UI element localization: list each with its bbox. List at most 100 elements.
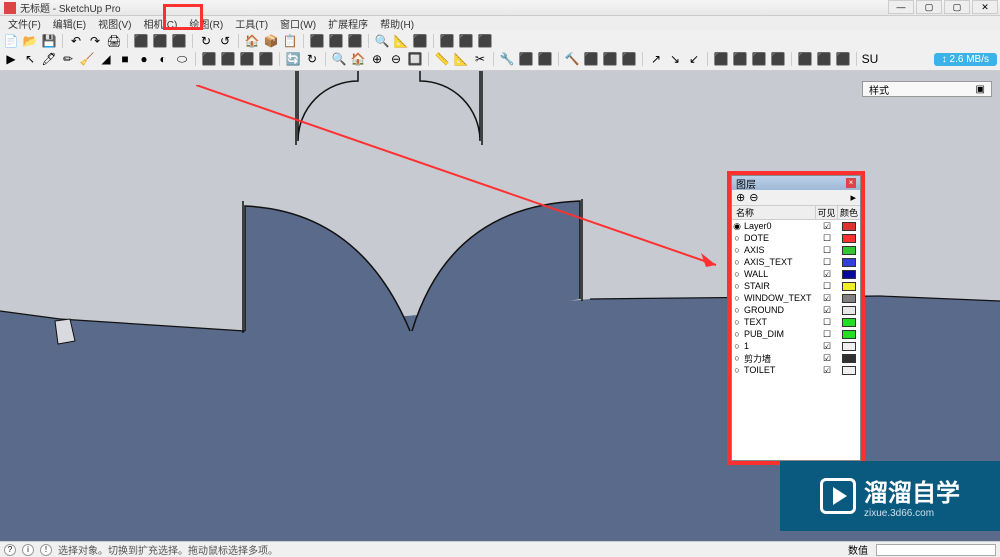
menu-help[interactable]: 帮助(H): [374, 16, 420, 30]
layer-row[interactable]: ○WALL☑: [732, 268, 860, 280]
toolbar-button[interactable]: ⬛: [171, 33, 187, 49]
toolbar-button[interactable]: ◐: [155, 51, 171, 67]
layer-row[interactable]: ○剪力墙☑: [732, 352, 860, 364]
menu-edit[interactable]: 编辑(E): [47, 16, 92, 30]
layer-row[interactable]: ○GROUND☑: [732, 304, 860, 316]
toolbar-button[interactable]: ⬛: [537, 51, 553, 67]
layers-panel[interactable]: 图层 × ⊕ ⊖ ▸ 名称 可见 颜色 ◉Layer0☑○DOTE☐○AXIS☐…: [731, 175, 861, 461]
menu-view[interactable]: 视图(V): [92, 16, 137, 30]
layer-color-swatch[interactable]: [842, 234, 856, 243]
layer-row[interactable]: ○AXIS_TEXT☐: [732, 256, 860, 268]
toolbar-button[interactable]: 📄: [3, 33, 19, 49]
layer-visible-checkbox[interactable]: ☑: [816, 365, 838, 376]
layer-radio[interactable]: ○: [732, 317, 742, 327]
menu-extensions[interactable]: 扩展程序: [322, 16, 374, 30]
toolbar-button[interactable]: ↻: [304, 51, 320, 67]
layer-visible-checkbox[interactable]: ☑: [816, 305, 838, 316]
layer-visible-checkbox[interactable]: ☐: [816, 257, 838, 268]
close-button[interactable]: ✕: [972, 0, 998, 14]
toolbar-button[interactable]: SU: [862, 51, 878, 67]
toolbar-button[interactable]: ⬛: [835, 51, 851, 67]
layer-row[interactable]: ○PUB_DIM☐: [732, 328, 860, 340]
speed-badge[interactable]: ↕ 2.6 MB/s: [934, 53, 997, 66]
panel-titlebar[interactable]: 图层 ×: [732, 176, 860, 190]
info-icon[interactable]: i: [22, 544, 34, 556]
toolbar-button[interactable]: ◢: [98, 51, 114, 67]
toolbar-button[interactable]: ⬛: [816, 51, 832, 67]
layer-color-swatch[interactable]: [842, 258, 856, 267]
layer-radio[interactable]: ○: [732, 329, 742, 339]
layer-row[interactable]: ○AXIS☐: [732, 244, 860, 256]
toolbar-button[interactable]: ⬛: [133, 33, 149, 49]
layer-radio[interactable]: ○: [732, 365, 742, 375]
layer-color-swatch[interactable]: [842, 366, 856, 375]
toolbar-button[interactable]: ⊖: [388, 51, 404, 67]
layer-visible-checkbox[interactable]: ☐: [816, 245, 838, 256]
layer-radio[interactable]: ○: [732, 245, 742, 255]
restore-button[interactable]: ▢: [916, 0, 942, 14]
help-icon[interactable]: ?: [4, 544, 16, 556]
toolbar-button[interactable]: ⬛: [621, 51, 637, 67]
layer-visible-checkbox[interactable]: ☑: [816, 341, 838, 352]
toolbar-button[interactable]: 🏠: [350, 51, 366, 67]
value-input[interactable]: [876, 544, 996, 556]
toolbar-button[interactable]: ⊕: [369, 51, 385, 67]
layer-radio[interactable]: ○: [732, 281, 742, 291]
col-name[interactable]: 名称: [732, 206, 816, 219]
layer-color-swatch[interactable]: [842, 282, 856, 291]
toolbar-button[interactable]: ⬛: [770, 51, 786, 67]
toolbar-button[interactable]: ●: [136, 51, 152, 67]
toolbar-button[interactable]: 📋: [282, 33, 298, 49]
toolbar-button[interactable]: 🔍: [374, 33, 390, 49]
toolbar-button[interactable]: 🏠: [244, 33, 260, 49]
layer-row[interactable]: ○TEXT☐: [732, 316, 860, 328]
toolbar-button[interactable]: ⬛: [220, 51, 236, 67]
toolbar-button[interactable]: 🔨: [564, 51, 580, 67]
toolbar-button[interactable]: ✏: [60, 51, 76, 67]
minimize-button[interactable]: —: [888, 0, 914, 14]
toolbar-button[interactable]: 📦: [263, 33, 279, 49]
toolbar-button[interactable]: ↻: [198, 33, 214, 49]
layer-row[interactable]: ○TOILET☑: [732, 364, 860, 376]
toolbar-button[interactable]: ↷: [87, 33, 103, 49]
layer-row[interactable]: ○STAIR☐: [732, 280, 860, 292]
layer-color-swatch[interactable]: [842, 318, 856, 327]
maximize-button[interactable]: ▢: [944, 0, 970, 14]
layer-visible-checkbox[interactable]: ☐: [816, 233, 838, 244]
col-visible[interactable]: 可见: [816, 206, 838, 219]
toolbar-button[interactable]: ↙: [686, 51, 702, 67]
styles-badge[interactable]: 样式 ▣: [862, 81, 992, 97]
toolbar-button[interactable]: 🔲: [407, 51, 423, 67]
toolbar-button[interactable]: 🖊: [41, 51, 57, 67]
layer-radio[interactable]: ○: [732, 233, 742, 243]
toolbar-button[interactable]: ⬛: [439, 33, 455, 49]
toolbar-button[interactable]: 🔧: [499, 51, 515, 67]
toolbar-button[interactable]: ⬛: [602, 51, 618, 67]
layer-color-swatch[interactable]: [842, 246, 856, 255]
layer-radio[interactable]: ○: [732, 353, 742, 363]
layer-color-swatch[interactable]: [842, 330, 856, 339]
toolbar-button[interactable]: ⬭: [174, 51, 190, 67]
menu-window[interactable]: 窗口(W): [274, 16, 322, 30]
layer-radio[interactable]: ○: [732, 341, 742, 351]
layer-color-swatch[interactable]: [842, 222, 856, 231]
toolbar-button[interactable]: ⬛: [239, 51, 255, 67]
panel-close-button[interactable]: ×: [846, 178, 856, 188]
layer-color-swatch[interactable]: [842, 306, 856, 315]
layer-visible-checkbox[interactable]: ☑: [816, 353, 838, 364]
toolbar-button[interactable]: 🔄: [285, 51, 301, 67]
toolbar-button[interactable]: 📐: [393, 33, 409, 49]
toolbar-button[interactable]: ⬛: [797, 51, 813, 67]
layer-row[interactable]: ○1☑: [732, 340, 860, 352]
toolbar-button[interactable]: ⬛: [732, 51, 748, 67]
panel-menu-icon[interactable]: ▸: [850, 191, 856, 204]
toolbar-button[interactable]: ⬛: [328, 33, 344, 49]
layer-visible-checkbox[interactable]: ☐: [816, 281, 838, 292]
layer-visible-checkbox[interactable]: ☑: [816, 293, 838, 304]
toolbar-button[interactable]: ↖: [22, 51, 38, 67]
toolbar-button[interactable]: 🖨: [106, 33, 122, 49]
layer-color-swatch[interactable]: [842, 342, 856, 351]
layer-visible-checkbox[interactable]: ☑: [816, 269, 838, 280]
layer-radio[interactable]: ○: [732, 293, 742, 303]
layer-visible-checkbox[interactable]: ☐: [816, 329, 838, 340]
